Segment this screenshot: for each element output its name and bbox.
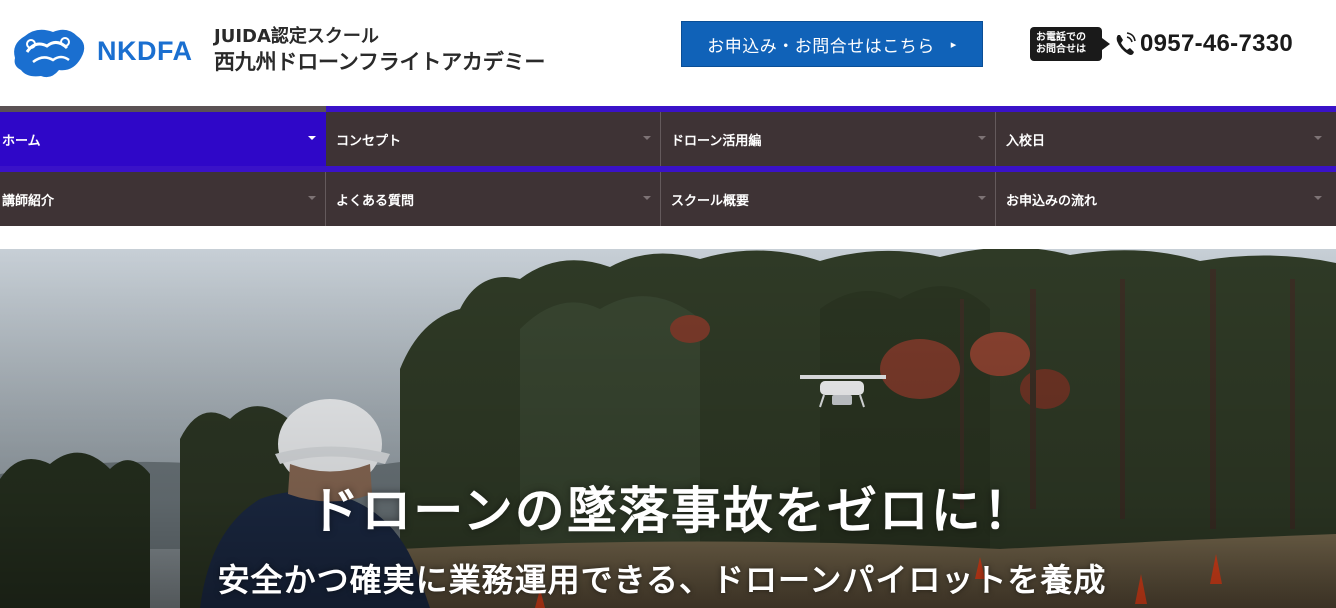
- nav-row-2: 講師紹介 よくある質問 スクール概要 お申込みの流れ: [0, 172, 1336, 226]
- arrow-right-icon: ▸: [950, 37, 957, 51]
- contact-apply-button[interactable]: お申込み・お問合せはこちら ▸: [681, 21, 983, 67]
- caret-down-icon: [643, 196, 651, 200]
- hero-banner: ドローンの墜落事故をゼロに！ 安全かつ確実に業務運用できる、ドローンパイロットを…: [0, 249, 1336, 608]
- nav-item-label: 講師紹介: [2, 193, 55, 209]
- caret-down-icon: [308, 196, 316, 200]
- site-logo[interactable]: NKDFA: [7, 18, 207, 84]
- caret-down-icon: [1314, 136, 1322, 140]
- phone-badge-line2: お問合せは: [1036, 44, 1086, 55]
- caret-down-icon: [978, 136, 986, 140]
- phone-number: 0957-46-7330: [1140, 30, 1294, 57]
- nav-item-label: 入校日: [1006, 133, 1046, 149]
- main-nav: ホーム コンセプト ドローン活用編 入校日 講師紹介 よくある質問 スクール概要…: [0, 106, 1336, 227]
- site-header: NKDFA JUIDA認定スクール 西九州ドローンフライトアカデミー お申込み・…: [0, 0, 1336, 106]
- school-name: 西九州ドローンフライトアカデミー: [214, 50, 546, 74]
- nav-item-label: コンセプト: [336, 133, 402, 149]
- nav-row-1: ホーム コンセプト ドローン活用編 入校日: [0, 112, 1336, 166]
- nav-item-label: ドローン活用編: [671, 133, 762, 149]
- caret-down-icon: [978, 196, 986, 200]
- logo-text: NKDFA: [97, 35, 193, 66]
- phone-badge-line1: お電話での: [1036, 32, 1086, 43]
- nav-item-label: ホーム: [2, 133, 41, 149]
- nav-item-instructors[interactable]: 講師紹介: [0, 172, 326, 226]
- nav-item-concept[interactable]: コンセプト: [326, 112, 661, 166]
- kyushu-drone-logo-icon: [14, 29, 85, 78]
- nav-item-label: スクール概要: [671, 193, 750, 209]
- nav-item-label: よくある質問: [336, 193, 415, 209]
- nav-item-drone-usage[interactable]: ドローン活用編: [661, 112, 996, 166]
- nav-item-enrollment-dates[interactable]: 入校日: [996, 112, 1332, 166]
- caret-down-icon: [308, 136, 316, 140]
- nav-item-application-flow[interactable]: お申込みの流れ: [996, 172, 1332, 226]
- contact-apply-label: お申込み・お問合せはこちら: [707, 36, 935, 57]
- caret-down-icon: [1314, 196, 1322, 200]
- school-title: JUIDA認定スクール 西九州ドローンフライトアカデミー: [214, 26, 545, 76]
- phone-icon: [1116, 32, 1136, 55]
- hero-title: ドローンの墜落事故をゼロに！: [309, 482, 1035, 540]
- hero-subtitle: 安全かつ確実に業務運用できる、ドローンパイロットを養成: [217, 561, 1107, 599]
- nav-item-home[interactable]: ホーム: [0, 112, 326, 166]
- nav-item-faq[interactable]: よくある質問: [326, 172, 661, 226]
- phone-contact[interactable]: お電話での お問合せは 0957-46-7330: [1030, 26, 1293, 62]
- school-subtitle: JUIDA認定スクール: [214, 26, 379, 47]
- nav-item-label: お申込みの流れ: [1006, 193, 1098, 209]
- caret-down-icon: [643, 136, 651, 140]
- phone-badge: お電話での お問合せは: [1030, 27, 1110, 61]
- nav-item-school-overview[interactable]: スクール概要: [661, 172, 996, 226]
